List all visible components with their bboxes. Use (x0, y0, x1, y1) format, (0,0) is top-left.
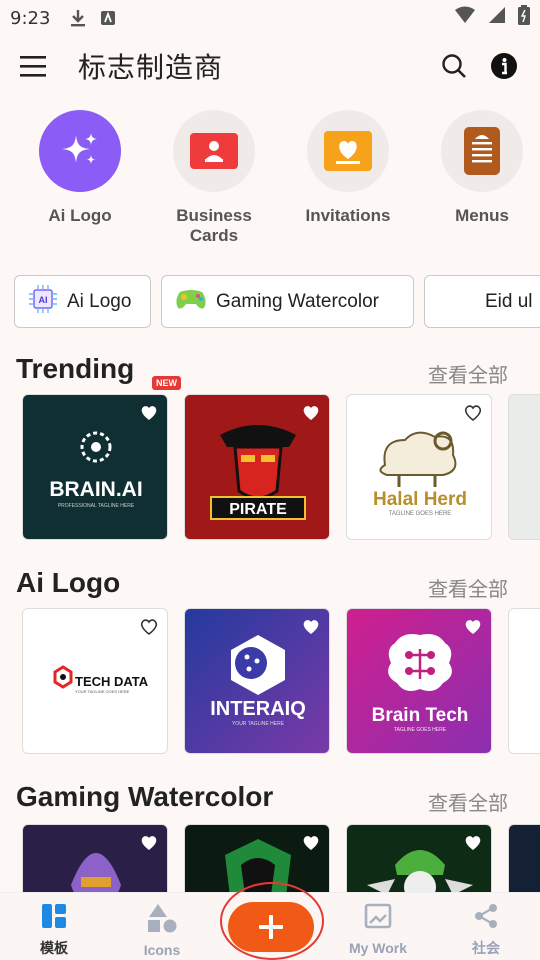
logo-card-tech-data[interactable]: TECH DATA YOUR TAGLINE GOES HERE (22, 608, 168, 754)
logo-name: INTERAIQ (210, 698, 306, 720)
logo-card-partial[interactable] (508, 608, 540, 754)
heart-icon[interactable] (463, 403, 483, 423)
menu-list-icon (441, 110, 523, 192)
category-ai-logo[interactable]: Ai Logo (15, 110, 145, 226)
category-row: Ai Logo Business Cards Invitations Menus (0, 110, 540, 250)
category-business-cards[interactable]: Business Cards (149, 110, 279, 246)
templates-icon (42, 904, 66, 928)
logo-tagline: TAGLINE GOES HERE (389, 511, 452, 517)
nav-social[interactable]: 社会 (436, 903, 536, 958)
battery-icon (518, 5, 530, 31)
sparkles-icon (39, 110, 121, 192)
heart-icon[interactable] (139, 833, 159, 853)
plus-icon (259, 915, 283, 939)
see-all-gaming-watercolor[interactable]: 查看全部 (428, 787, 508, 816)
nav-my-work[interactable]: My Work (328, 903, 428, 956)
signal-icon (488, 6, 506, 30)
heart-icon[interactable] (301, 617, 321, 637)
logo-card-brain-ai[interactable]: BRAIN.AI PROFESSIONAL TAGLINE HERE (22, 394, 168, 540)
logo-card-gaming-1[interactable] (22, 824, 168, 894)
create-button[interactable] (228, 902, 314, 952)
heart-icon[interactable] (139, 617, 159, 637)
status-bar: 9:23 (0, 0, 540, 36)
category-label: Invitations (305, 206, 391, 225)
chip-label: Gaming Watercolor (216, 290, 379, 312)
section-title-gaming-watercolor: Gaming Watercolor (16, 781, 274, 812)
chip-ai-logo[interactable]: AI Ai Logo (14, 275, 151, 328)
see-all-ai-logo[interactable]: 查看全部 (428, 573, 508, 602)
chip-gaming-watercolor[interactable]: Gaming Watercolor (161, 275, 414, 328)
logo-tagline: PROFESSIONAL TAGLINE HERE (58, 503, 135, 509)
category-label: Ai Logo (48, 206, 112, 225)
nav-label: My Work (348, 940, 408, 956)
logo-name: Brain Tech (372, 705, 469, 726)
shapes-icon (148, 904, 177, 933)
heart-icon[interactable] (301, 833, 321, 853)
page-title: 标志制造商 (78, 51, 224, 84)
heart-icon[interactable] (463, 617, 483, 637)
category-label: Business Cards (176, 206, 252, 245)
ai-chip-icon: AI (27, 283, 59, 320)
ai-logo-row: TECH DATA YOUR TAGLINE GOES HERE INTERAI… (0, 608, 540, 758)
section-title-trending: Trending (16, 353, 135, 384)
invitation-heart-icon (307, 110, 389, 192)
heart-icon[interactable] (139, 403, 159, 423)
heart-icon[interactable] (301, 403, 321, 423)
logo-tagline: YOUR TAGLINE HERE (232, 721, 285, 727)
logo-card-brain-tech[interactable]: Brain Tech TAGLINE GOES HERE (346, 608, 492, 754)
share-icon (475, 904, 497, 928)
section-title-ai-logo: Ai Logo (16, 567, 121, 598)
nav-icons[interactable]: Icons (112, 903, 212, 958)
logo-card-partial[interactable] (508, 824, 540, 894)
nav-label: 模板 (40, 941, 68, 957)
category-label: Menus (455, 206, 509, 225)
logo-card-halal-herd[interactable]: Halal Herd TAGLINE GOES HERE (346, 394, 492, 540)
logo-name: BRAIN.AI (49, 478, 142, 501)
my-work-icon (364, 903, 392, 929)
search-icon[interactable] (436, 48, 472, 84)
logo-name: TECH DATA (75, 674, 149, 689)
logo-tagline: TAGLINE GOES HERE (394, 727, 447, 733)
logo-card-interaiq[interactable]: INTERAIQ YOUR TAGLINE HERE (184, 608, 330, 754)
status-time: 9:23 (10, 7, 51, 29)
logo-card-gaming-3[interactable] (346, 824, 492, 894)
nav-label: Icons (143, 942, 181, 958)
wifi-icon (454, 6, 476, 30)
app-notification-icon (100, 10, 116, 26)
nav-label: 社会 (472, 940, 500, 956)
logo-name: Halal Herd (373, 489, 467, 510)
heart-icon[interactable] (463, 833, 483, 853)
chip-row: AI Ai Logo Gaming Watercolor Eid ul (14, 275, 540, 329)
logo-name: PIRATE (229, 501, 287, 518)
nav-templates[interactable]: 模板 (4, 903, 104, 958)
logo-card-partial[interactable] (508, 394, 540, 540)
app-bar: 标志制造商 (0, 36, 540, 96)
logo-tagline: YOUR TAGLINE GOES HERE (75, 689, 130, 694)
svg-text:AI: AI (39, 295, 48, 305)
new-badge: NEW (152, 376, 181, 390)
chip-eid[interactable]: Eid ul (424, 275, 540, 328)
hamburger-menu-icon[interactable] (20, 46, 60, 86)
chip-label: Eid ul (485, 290, 533, 312)
download-icon (70, 9, 86, 27)
business-card-icon (173, 110, 255, 192)
trending-row: BRAIN.AI PROFESSIONAL TAGLINE HERE PIRAT… (0, 394, 540, 544)
chip-label: Ai Logo (67, 290, 132, 312)
gamepad-icon (174, 286, 208, 317)
info-icon[interactable] (486, 48, 522, 84)
category-invitations[interactable]: Invitations (283, 110, 413, 226)
logo-card-pirate[interactable]: PIRATE (184, 394, 330, 540)
see-all-trending[interactable]: 查看全部 (428, 359, 508, 388)
category-menus[interactable]: Menus (417, 110, 540, 226)
